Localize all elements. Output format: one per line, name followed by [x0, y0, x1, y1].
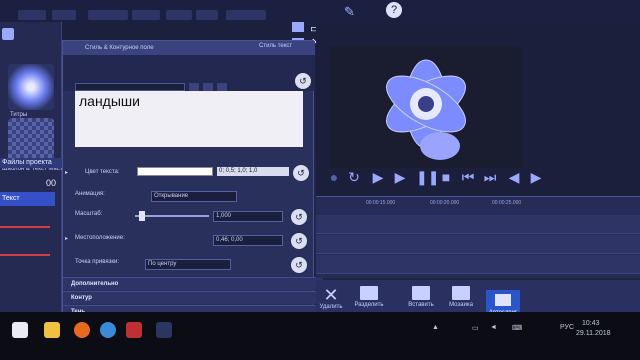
menu-item[interactable] [166, 10, 192, 20]
menu-item[interactable] [132, 10, 160, 20]
pause-icon[interactable]: ❚❚ [416, 169, 439, 185]
track-marker [0, 226, 50, 228]
scale-slider-track[interactable] [135, 215, 209, 217]
timeline-track[interactable] [316, 235, 640, 254]
position-row: ▸ Местоположение: 0,46; 0,00 ↺ [63, 229, 315, 251]
autodetect-icon [495, 294, 511, 306]
menu-item[interactable] [196, 10, 218, 20]
keyboard-icon[interactable]: ⌨ [512, 324, 522, 332]
play-icon[interactable]: ▶ [392, 169, 408, 185]
timeline-tick: 00:00:15.000 [366, 200, 396, 206]
timeline[interactable]: 00:00:15.000 00:00:20.000 00:00:25.000 [316, 196, 640, 278]
scale-label: Масштаб: [75, 211, 103, 217]
menu-item[interactable] [88, 10, 128, 20]
delete-label: Удалить [319, 304, 343, 310]
animation-row: Анимация: Открывание [63, 185, 315, 207]
expand-arrow-icon[interactable]: ▸ [65, 235, 68, 242]
video-editor-icon[interactable] [156, 322, 172, 338]
scale-value[interactable]: 1,000 [213, 211, 283, 222]
insert-label: Вставить [408, 302, 434, 308]
anchor-label: Точка привязки: [75, 259, 119, 265]
firefox-icon[interactable] [74, 322, 90, 338]
network-icon[interactable]: ▭ [472, 324, 479, 332]
chrome-icon[interactable] [100, 322, 116, 338]
volume-icon[interactable]: ◄ [490, 324, 497, 331]
animation-label: Анимация: [75, 191, 105, 197]
skip-start-icon[interactable]: ⏮ [460, 169, 476, 185]
tile-label: Мозаика [449, 302, 473, 308]
clock-date[interactable]: 29.11.2018 [576, 330, 611, 337]
menu-item[interactable] [52, 10, 76, 20]
menu-item[interactable] [226, 10, 266, 20]
clock-time[interactable]: 10:43 [582, 320, 600, 327]
expand-arrow-icon[interactable]: ▸ [65, 169, 68, 176]
text-content-field[interactable]: ландыши [75, 91, 303, 147]
settings-icon[interactable] [2, 28, 14, 40]
position-value[interactable]: 0,46; 0,00 [213, 235, 283, 246]
font-toolbar: ↺ [63, 55, 315, 91]
video-preview[interactable] [330, 46, 522, 168]
text-color-value[interactable]: 0; 0,5; 1,0; 1,0 [217, 167, 289, 176]
project-files-header[interactable]: Файлы проекта [0, 158, 62, 168]
wand-icon[interactable]: ✎ [344, 4, 355, 20]
timeline-tick: 00:00:20.000 [430, 200, 460, 206]
anchor-row: Точка привязки: По центру ↺ [63, 253, 315, 275]
windows-taskbar: ▲ ▭ ◄ ⌨ РУС 10:43 29.11.2018 [0, 312, 640, 360]
menu-item[interactable] [18, 10, 46, 20]
app-menubar: ▭ ✕ ✎ ? ? [0, 0, 640, 49]
scale-slider-thumb[interactable] [139, 211, 145, 221]
animation-select[interactable]: Открывание [151, 191, 237, 202]
font-select[interactable] [75, 83, 185, 91]
text-properties-panel: Стиль & Контурное поле Стиль текст ↺ лан… [62, 40, 323, 318]
skip-end-icon[interactable]: ⏭ [482, 169, 498, 185]
timeline-tick: 00:00:25.000 [492, 200, 522, 206]
color-swatch[interactable] [137, 167, 213, 176]
track-marker [0, 254, 50, 256]
file-explorer-icon[interactable] [44, 322, 60, 338]
scale-row: Масштаб: 1,000 ↺ [63, 205, 315, 227]
save-icon[interactable] [292, 22, 304, 32]
timeline-track[interactable] [316, 255, 640, 274]
scale-reset-button[interactable]: ↺ [291, 209, 307, 225]
flower-image [330, 46, 522, 168]
playback-controls: ● ↻ ▶ ▶ ❚❚ ■ ⏮ ⏭ ◀ ▶ [316, 162, 640, 194]
text-color-label: Цвет текста: [85, 169, 120, 175]
delete-icon: ✕ [323, 285, 339, 305]
position-reset-button[interactable]: ↺ [291, 233, 307, 249]
section-outline[interactable]: Контур [63, 291, 323, 304]
tray-icon[interactable]: ▲ [432, 324, 439, 331]
section-extra[interactable]: Дополнительно [63, 277, 323, 290]
split-label: Разделить [354, 302, 384, 308]
timeline-track[interactable] [316, 215, 640, 234]
panel-header-right: Стиль текст [259, 43, 293, 49]
font-reset-button[interactable]: ↺ [295, 73, 311, 89]
anchor-select[interactable]: По центру [145, 259, 231, 270]
stop-icon[interactable]: ■ [438, 169, 454, 185]
question-icon[interactable]: ? [386, 2, 402, 18]
tile-icon [452, 286, 470, 300]
text-color-row: ▸ Цвет текста: 0; 0,5; 1,0; 1,0 ↺ [63, 163, 315, 185]
start-icon[interactable] [12, 322, 28, 338]
record-icon[interactable]: ● [326, 169, 342, 185]
play-range-icon[interactable]: ▶ [370, 169, 386, 185]
titles-thumbnail[interactable] [8, 64, 54, 110]
text-item[interactable]: Текст [0, 192, 55, 206]
italic-icon[interactable] [203, 83, 213, 91]
split-icon [360, 286, 378, 300]
frame-back-icon[interactable]: ◀ [506, 169, 522, 185]
app-icon[interactable] [126, 322, 142, 338]
counter-display: 00 [46, 178, 57, 188]
language-indicator[interactable]: РУС [560, 324, 574, 331]
text-color-reset-button[interactable]: ↺ [293, 165, 309, 181]
anchor-reset-button[interactable]: ↺ [291, 257, 307, 273]
frame-forward-icon[interactable]: ▶ [528, 169, 544, 185]
position-label: Местоположение: [75, 235, 125, 241]
underline-icon[interactable] [217, 83, 227, 91]
bold-icon[interactable] [189, 83, 199, 91]
insert-icon [412, 286, 430, 300]
loop-icon[interactable]: ↻ [346, 169, 362, 185]
